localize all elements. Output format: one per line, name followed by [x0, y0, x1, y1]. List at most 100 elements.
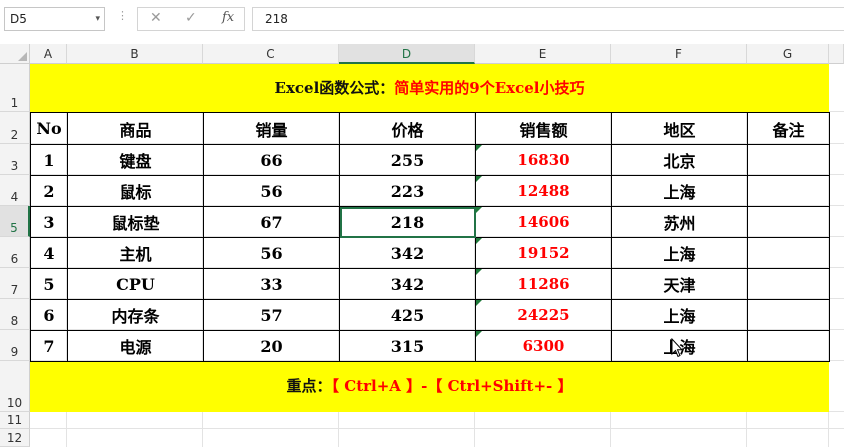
table-cell[interactable]: 4: [30, 237, 68, 269]
column-header-c[interactable]: C: [203, 44, 339, 64]
column-header-g[interactable]: G: [747, 44, 829, 64]
column-header-a[interactable]: A: [30, 44, 67, 64]
table-cell[interactable]: 12488: [475, 175, 612, 207]
title-red: 简单实用的9个Excel小技巧: [394, 79, 585, 97]
formula-input[interactable]: 218: [252, 7, 844, 31]
title-cell[interactable]: Excel函数公式：简单实用的9个Excel小技巧: [30, 64, 829, 112]
table-row: 1 键盘 66 255 16830 北京: [30, 144, 830, 176]
table-cell[interactable]: 24225: [475, 299, 612, 331]
table-cell[interactable]: 20: [203, 330, 340, 362]
column-header-f[interactable]: F: [611, 44, 747, 64]
row-header-6[interactable]: 6: [0, 237, 30, 268]
table-cell[interactable]: 电源: [67, 330, 204, 362]
table-header-cell[interactable]: 商品: [67, 112, 204, 145]
check-icon[interactable]: ✓: [185, 10, 197, 26]
column-header-e[interactable]: E: [475, 44, 611, 64]
table-cell[interactable]: 342: [339, 268, 476, 300]
table-cell[interactable]: 342: [339, 237, 476, 269]
table-row: 4 主机 56 342 19152 上海: [30, 237, 830, 269]
table-header-cell[interactable]: 价格: [339, 112, 476, 145]
table-cell[interactable]: 315: [339, 330, 476, 362]
name-box[interactable]: D5 ▾: [4, 7, 105, 31]
table-cell[interactable]: 上海: [611, 175, 748, 207]
table-cell[interactable]: 内存条: [67, 299, 204, 331]
column-header-overflow[interactable]: [829, 44, 844, 64]
table-header-cell[interactable]: 地区: [611, 112, 748, 145]
column-header-d[interactable]: D: [339, 44, 475, 64]
table-cell[interactable]: 1: [30, 144, 68, 176]
table-cell[interactable]: 11286: [475, 268, 612, 300]
table-cell[interactable]: 33: [203, 268, 340, 300]
table-cell[interactable]: [747, 268, 830, 300]
table-cell[interactable]: [747, 206, 830, 238]
row-number: 3: [10, 159, 19, 173]
table-cell[interactable]: 223: [339, 175, 476, 207]
row-header-5[interactable]: 5: [0, 206, 30, 237]
row-header-2[interactable]: 2: [0, 112, 30, 144]
table-cell[interactable]: 57: [203, 299, 340, 331]
gridline-horizontal: [30, 428, 844, 429]
table-cell[interactable]: 19152: [475, 237, 612, 269]
row-number: 2: [10, 128, 19, 142]
footer-cell[interactable]: 重点：【 Ctrl+A 】-【 Ctrl+Shift+- 】: [30, 361, 829, 412]
table-cell[interactable]: 北京: [611, 144, 748, 176]
table-cell[interactable]: 6: [30, 299, 68, 331]
drag-handle-icon[interactable]: ⋮: [117, 9, 128, 22]
table-cell[interactable]: 鼠标: [67, 175, 204, 207]
row-header-11[interactable]: 11: [0, 412, 30, 429]
table-cell[interactable]: 255: [339, 144, 476, 176]
table-cell[interactable]: 218: [339, 206, 476, 238]
row-header-9[interactable]: 9: [0, 330, 30, 361]
row-header-1[interactable]: 1: [0, 64, 30, 112]
table-cell[interactable]: 14606: [475, 206, 612, 238]
table-header-cell[interactable]: No: [30, 112, 68, 145]
row-header-3[interactable]: 3: [0, 144, 30, 175]
table-cell[interactable]: 7: [30, 330, 68, 362]
table-cell[interactable]: 66: [203, 144, 340, 176]
table-cell[interactable]: 16830: [475, 144, 612, 176]
table-cell[interactable]: [747, 237, 830, 269]
row-header-8[interactable]: 8: [0, 299, 30, 330]
row-header-12[interactable]: 12: [0, 429, 30, 447]
row-number: 12: [6, 431, 23, 445]
table-header-cell[interactable]: 销售额: [475, 112, 612, 145]
row-number: 7: [10, 283, 19, 297]
table-cell[interactable]: 425: [339, 299, 476, 331]
table-cell[interactable]: [747, 144, 830, 176]
table-header-cell[interactable]: 备注: [747, 112, 830, 145]
table-row: 6 内存条 57 425 24225 上海: [30, 299, 830, 331]
row-number: 10: [6, 396, 23, 410]
row-header-10[interactable]: 10: [0, 361, 30, 412]
table-cell[interactable]: 主机: [67, 237, 204, 269]
table-cell[interactable]: 6300: [475, 330, 612, 362]
table-row: 2 鼠标 56 223 12488 上海: [30, 175, 830, 207]
table-header-row: No 商品 销量 价格 销售额 地区 备注: [30, 112, 830, 145]
table-cell[interactable]: 5: [30, 268, 68, 300]
table-header-cell[interactable]: 销量: [203, 112, 340, 145]
table-cell[interactable]: [747, 330, 830, 362]
table-cell[interactable]: 键盘: [67, 144, 204, 176]
table-cell[interactable]: 鼠标垫: [67, 206, 204, 238]
select-all-button[interactable]: [0, 44, 30, 64]
table-cell[interactable]: 67: [203, 206, 340, 238]
table-cell[interactable]: CPU: [67, 268, 204, 300]
table-cell[interactable]: 苏州: [611, 206, 748, 238]
table-cell[interactable]: 56: [203, 237, 340, 269]
column-header-b[interactable]: B: [67, 44, 203, 64]
table-cell[interactable]: 上海: [611, 237, 748, 269]
chevron-down-icon[interactable]: ▾: [95, 8, 100, 30]
row-header-4[interactable]: 4: [0, 175, 30, 206]
table-cell[interactable]: [747, 175, 830, 207]
row-number: 6: [10, 252, 19, 266]
insert-function-icon[interactable]: fx: [222, 10, 234, 25]
table-cell[interactable]: [747, 299, 830, 331]
table-cell[interactable]: 上海: [611, 299, 748, 331]
title-black: Excel函数公式：: [274, 79, 395, 97]
table-cell[interactable]: 56: [203, 175, 340, 207]
table-cell[interactable]: 天津: [611, 268, 748, 300]
table-cell[interactable]: 2: [30, 175, 68, 207]
table-row: 3 鼠标垫 67 218 14606 苏州: [30, 206, 830, 238]
row-header-7[interactable]: 7: [0, 268, 30, 299]
cancel-icon[interactable]: ✕: [150, 10, 162, 26]
table-cell[interactable]: 3: [30, 206, 68, 238]
